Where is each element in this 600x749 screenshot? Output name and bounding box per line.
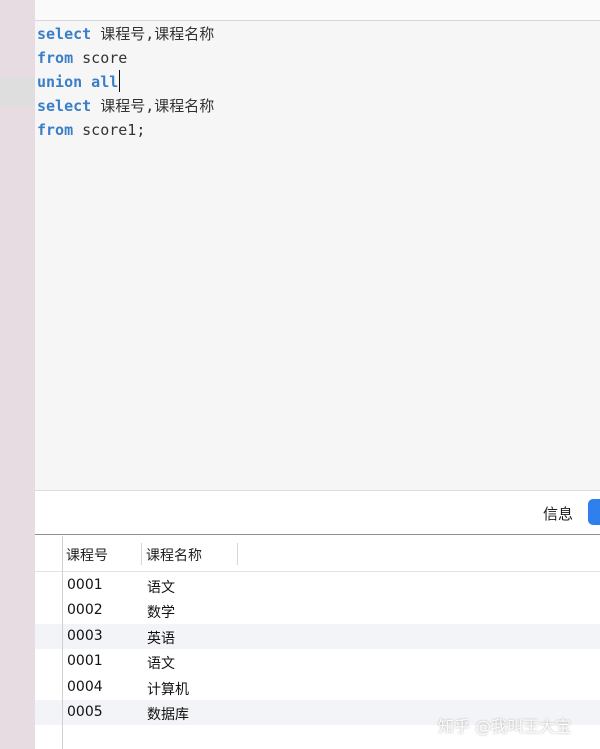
cell-course-name[interactable]: 英语 <box>147 628 175 648</box>
sql-text: score1; <box>73 121 146 139</box>
editor-toolbar <box>35 0 600 21</box>
code-line: select 课程号,课程名称 <box>37 22 214 46</box>
cell-course-id[interactable]: 0005 <box>67 704 103 720</box>
sql-keyword: select <box>37 25 92 43</box>
table-row[interactable]: 0001 语文 <box>35 649 600 674</box>
cell-course-id[interactable]: 0001 <box>67 577 103 593</box>
column-header-course-id[interactable]: 课程号 <box>66 545 108 565</box>
cell-course-id[interactable]: 0001 <box>67 653 103 669</box>
sql-text: score <box>73 49 128 67</box>
cell-course-name[interactable]: 语文 <box>147 653 175 673</box>
sql-keyword: union all <box>37 73 119 91</box>
tab-info[interactable]: 信息 <box>543 503 573 524</box>
code-line: select 课程号,课程名称 <box>37 94 214 118</box>
column-separator[interactable] <box>141 543 142 565</box>
sql-keyword: from <box>37 49 74 67</box>
table-row[interactable]: 0003 英语 <box>35 624 600 649</box>
watermark: 知乎 @我叫王大宝 <box>438 717 572 736</box>
cell-course-id[interactable]: 0003 <box>67 628 103 644</box>
code-line: from score1; <box>37 118 145 142</box>
left-sidebar-strip <box>0 0 35 749</box>
code-line: from score <box>37 46 127 70</box>
column-header-course-name[interactable]: 课程名称 <box>146 545 202 565</box>
tab-result-active[interactable] <box>588 499 600 525</box>
cell-course-name[interactable]: 数学 <box>147 602 175 622</box>
sql-keyword: from <box>37 121 74 139</box>
row-number-gutter-border <box>62 536 63 749</box>
current-line-gutter-highlight <box>0 77 35 107</box>
sql-text: 课程号,课程名称 <box>91 97 215 115</box>
sql-editor[interactable]: select 课程号,课程名称 from score union all sel… <box>35 21 600 490</box>
table-row[interactable]: 0004 计算机 <box>35 675 600 700</box>
code-line: union all <box>37 70 121 94</box>
table-row[interactable]: 0001 语文 <box>35 573 600 598</box>
sql-text: 课程号,课程名称 <box>91 25 215 43</box>
sql-keyword: select <box>37 97 92 115</box>
cell-course-name[interactable]: 数据库 <box>147 704 189 724</box>
grid-header: 课程号 课程名称 <box>35 536 600 572</box>
text-caret <box>119 70 121 92</box>
cell-course-name[interactable]: 语文 <box>147 577 175 597</box>
table-row[interactable]: 0002 数学 <box>35 598 600 623</box>
cell-course-id[interactable]: 0002 <box>67 602 103 618</box>
cell-course-name[interactable]: 计算机 <box>147 679 189 699</box>
cell-course-id[interactable]: 0004 <box>67 679 103 695</box>
result-tab-bar: 信息 <box>35 491 600 535</box>
column-separator[interactable] <box>237 543 238 565</box>
